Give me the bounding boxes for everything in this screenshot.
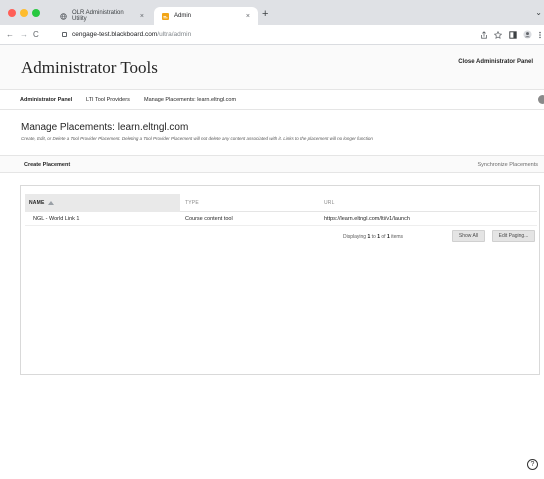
section-title: Manage Placements: learn.eltngl.com — [21, 122, 189, 133]
tab-admin[interactable]: Admin × — [154, 7, 258, 25]
admin-favicon-icon — [162, 12, 169, 20]
forward-icon[interactable]: → — [20, 30, 28, 39]
sort-ascending-icon — [47, 200, 54, 205]
close-tab-icon[interactable]: × — [140, 13, 144, 20]
pager-of-word: of — [381, 234, 386, 240]
breadcrumb-menu-icon[interactable] — [538, 95, 544, 104]
breadcrumb-manage-placements: Manage Placements: learn.eltngl.com — [144, 97, 237, 103]
star-icon[interactable] — [494, 31, 502, 39]
placement-url: https://learn.eltngl.com/lti/v1/launch — [324, 216, 410, 222]
synchronize-placements-button[interactable]: Synchronize Placements — [477, 162, 538, 168]
placement-name-link[interactable]: NGL - World Link 1 — [33, 216, 79, 222]
tab-label: OLR Administration Utility — [72, 10, 124, 22]
show-all-button[interactable]: Show All — [452, 230, 485, 242]
column-header-label: NAME — [29, 200, 45, 206]
page-title: Administrator Tools — [21, 58, 158, 77]
lock-icon — [62, 32, 67, 37]
action-bar: Create Placement Synchronize Placements — [0, 155, 544, 173]
page-header: Administrator Tools Close Administrator … — [0, 45, 544, 90]
pager-to-word: to — [371, 234, 376, 240]
table-row: NGL - World Link 1 Course content tool h… — [25, 212, 537, 226]
pager-total: 1 — [386, 234, 390, 240]
breadcrumb-lti-tool-providers[interactable]: LTI Tool Providers — [86, 97, 130, 103]
minimize-window-button[interactable] — [20, 9, 28, 17]
share-icon[interactable] — [480, 31, 488, 39]
placements-table: NAME TYPE URL NGL - World Link 1 Course … — [20, 185, 540, 375]
help-icon[interactable]: ? — [527, 459, 538, 470]
back-icon[interactable]: ← — [6, 30, 14, 39]
tab-label: Admin — [174, 13, 192, 19]
reload-icon[interactable]: C — [33, 30, 39, 39]
breadcrumb-administrator-panel[interactable]: Administrator Panel — [20, 97, 72, 103]
url-path: /ultra/admin — [157, 31, 192, 38]
pagination-bar: Displaying 1 to 1 of 1 items Show All Ed… — [21, 228, 539, 244]
pager-to: 1 — [377, 234, 380, 240]
browser-tab-bar: OLR Administration Utility × Admin × + ⌄ — [0, 0, 544, 25]
menu-icon[interactable] — [538, 31, 542, 39]
section-description: Create, Edit, or Delete a Tool Provider … — [21, 136, 373, 141]
tab-olr-administration[interactable]: OLR Administration Utility × — [52, 7, 152, 25]
column-header-type[interactable]: TYPE — [185, 200, 199, 206]
close-tab-icon[interactable]: × — [246, 13, 250, 20]
table-header: NAME TYPE URL — [25, 194, 537, 212]
close-admin-panel-button[interactable]: Close Administrator Panel — [458, 59, 533, 65]
pager-prefix: Displaying — [343, 234, 367, 240]
pager-from: 1 — [367, 234, 371, 240]
pagination-status: Displaying 1 to 1 of 1 items — [343, 234, 403, 240]
url-host: cengage-test.blackboard.com — [72, 31, 158, 38]
globe-icon — [60, 12, 67, 20]
edit-paging-button[interactable]: Edit Paging... — [492, 230, 535, 242]
tab-search-icon[interactable]: ⌄ — [535, 8, 542, 17]
create-placement-button[interactable]: Create Placement — [24, 162, 70, 168]
breadcrumb: Administrator Panel LTI Tool Providers M… — [0, 90, 544, 110]
new-tab-button[interactable]: + — [262, 8, 268, 20]
profile-icon[interactable] — [523, 30, 532, 39]
sidebar-icon[interactable] — [509, 31, 517, 39]
pager-suffix: items — [391, 234, 404, 240]
column-header-name[interactable]: NAME — [29, 200, 54, 206]
column-header-url[interactable]: URL — [324, 200, 335, 206]
maximize-window-button[interactable] — [32, 9, 40, 17]
url-field[interactable]: cengage-test.blackboard.com/ultra/admin — [62, 31, 191, 38]
placement-type: Course content tool — [185, 216, 233, 222]
address-bar: ← → C cengage-test.blackboard.com/ultra/… — [0, 25, 544, 45]
close-window-button[interactable] — [8, 9, 16, 17]
